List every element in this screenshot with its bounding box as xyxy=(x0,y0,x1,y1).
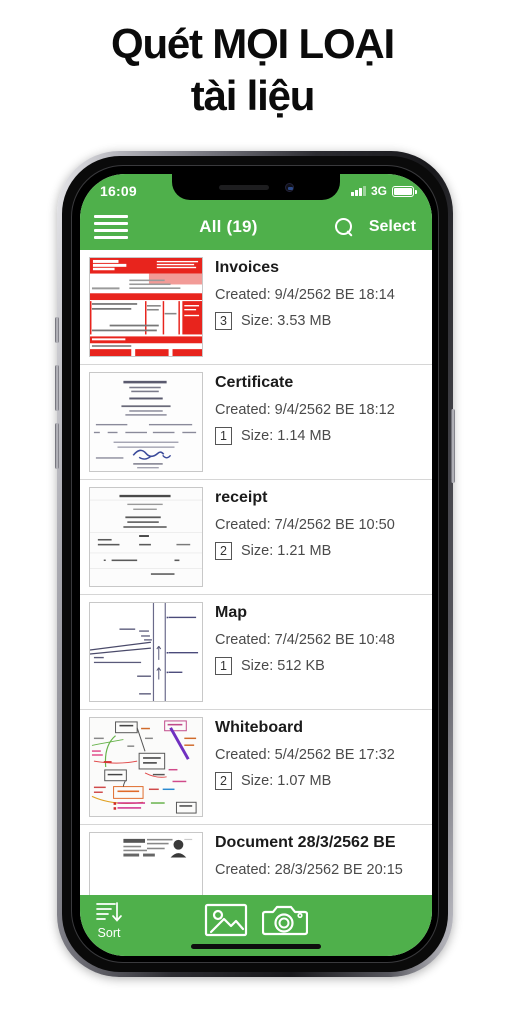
front-camera-icon xyxy=(284,182,294,192)
signal-bars-icon xyxy=(351,186,366,196)
home-indicator[interactable] xyxy=(191,944,321,949)
document-meta: 2 Size: 1.21 MB xyxy=(215,542,422,560)
camera-icon[interactable] xyxy=(262,902,308,938)
list-item[interactable]: Map Created: 7/4/2562 BE 10:48 1 Size: 5… xyxy=(80,595,432,710)
document-info: Invoices Created: 9/4/2562 BE 18:14 3 Si… xyxy=(203,257,422,330)
document-meta: 2 Size: 1.07 MB xyxy=(215,772,422,790)
document-title: Document 28/3/2562 BE xyxy=(215,834,396,851)
document-info: Document 28/3/2562 BE Created: 28/3/2562… xyxy=(203,832,422,887)
document-thumbnail-certificate-document xyxy=(89,372,203,472)
silent-switch-button[interactable] xyxy=(55,317,59,343)
document-meta: 1 Size: 512 KB xyxy=(215,657,422,675)
document-title: Certificate xyxy=(215,374,294,391)
list-item[interactable]: Certificate Created: 9/4/2562 BE 18:12 1… xyxy=(80,365,432,480)
earpiece-speaker-icon xyxy=(218,184,269,190)
search-icon[interactable] xyxy=(333,216,355,238)
screenshot-root: Quét MỌI LOẠI tài liệu 16:09 3G All (19)… xyxy=(0,0,505,1020)
list-item[interactable]: Invoices Created: 9/4/2562 BE 18:14 3 Si… xyxy=(80,250,432,365)
document-thumbnail-whiteboard-mindmap xyxy=(89,717,203,817)
page-count-badge: 1 xyxy=(215,427,232,445)
document-size: Size: 1.14 MB xyxy=(241,428,332,444)
document-info: Map Created: 7/4/2562 BE 10:48 1 Size: 5… xyxy=(203,602,422,675)
document-created: Created: 28/3/2562 BE 20:15 xyxy=(215,862,403,878)
phone-inner-frame: 16:09 3G All (19) Select Invoices Create… xyxy=(62,156,448,972)
status-clock: 16:09 xyxy=(100,183,137,199)
app-nav-bar: All (19) Select xyxy=(80,204,432,250)
sort-button[interactable]: Sort xyxy=(94,901,124,940)
document-thumbnail-invoice-red-form xyxy=(89,257,203,357)
sort-label: Sort xyxy=(97,926,121,940)
document-size: Size: 3.53 MB xyxy=(241,313,332,329)
document-size: Size: 512 KB xyxy=(241,658,325,674)
toolbar-center-actions xyxy=(204,902,308,938)
page-count-badge: 3 xyxy=(215,312,232,330)
document-created: Created: 5/4/2562 BE 17:32 xyxy=(215,747,395,763)
bottom-toolbar: Sort xyxy=(80,895,432,956)
status-indicators: 3G xyxy=(351,184,417,198)
list-item[interactable]: Whiteboard Created: 5/4/2562 BE 17:32 2 … xyxy=(80,710,432,825)
document-meta: 3 Size: 3.53 MB xyxy=(215,312,422,330)
sort-descending-icon xyxy=(96,902,122,922)
document-thumbnail-id-card-document xyxy=(89,832,203,895)
phone-screen: 16:09 3G All (19) Select Invoices Create… xyxy=(80,174,432,956)
phone-device-frame: 16:09 3G All (19) Select Invoices Create… xyxy=(55,151,455,977)
list-item[interactable]: Document 28/3/2562 BE Created: 28/3/2562… xyxy=(80,825,432,895)
device-notch xyxy=(172,174,340,200)
document-size: Size: 1.21 MB xyxy=(241,543,332,559)
nav-title: All (19) xyxy=(199,217,258,236)
image-picture-icon[interactable] xyxy=(204,902,248,938)
document-info: Certificate Created: 9/4/2562 BE 18:12 1… xyxy=(203,372,422,445)
phone-bezel: 16:09 3G All (19) Select Invoices Create… xyxy=(71,165,439,963)
page-title: Quét MỌI LOẠI tài liệu xyxy=(110,20,395,119)
document-thumbnail-receipt-slip xyxy=(89,487,203,587)
document-title: receipt xyxy=(215,489,268,506)
network-type-label: 3G xyxy=(370,184,387,198)
document-thumbnail-hand-drawn-map xyxy=(89,602,203,702)
page-count-badge: 2 xyxy=(215,542,232,560)
document-size: Size: 1.07 MB xyxy=(241,773,332,789)
battery-full-icon xyxy=(392,185,417,197)
document-title: Whiteboard xyxy=(215,719,303,736)
document-created: Created: 9/4/2562 BE 18:12 xyxy=(215,402,395,418)
document-list[interactable]: Invoices Created: 9/4/2562 BE 18:14 3 Si… xyxy=(80,250,432,895)
document-title: Invoices xyxy=(215,259,280,276)
page-count-badge: 2 xyxy=(215,772,232,790)
list-item[interactable]: receipt Created: 7/4/2562 BE 10:50 2 Siz… xyxy=(80,480,432,595)
document-info: receipt Created: 7/4/2562 BE 10:50 2 Siz… xyxy=(203,487,422,560)
power-button[interactable] xyxy=(451,409,455,483)
volume-up-button[interactable] xyxy=(55,365,59,411)
select-button[interactable]: Select xyxy=(369,218,416,236)
document-created: Created: 9/4/2562 BE 18:14 xyxy=(215,287,395,303)
volume-down-button[interactable] xyxy=(55,423,59,469)
hamburger-menu-icon[interactable] xyxy=(94,215,128,239)
page-count-badge: 1 xyxy=(215,657,232,675)
document-title: Map xyxy=(215,604,247,621)
document-created: Created: 7/4/2562 BE 10:48 xyxy=(215,632,395,648)
document-info: Whiteboard Created: 5/4/2562 BE 17:32 2 … xyxy=(203,717,422,790)
document-meta: 1 Size: 1.14 MB xyxy=(215,427,422,445)
document-created: Created: 7/4/2562 BE 10:50 xyxy=(215,517,395,533)
